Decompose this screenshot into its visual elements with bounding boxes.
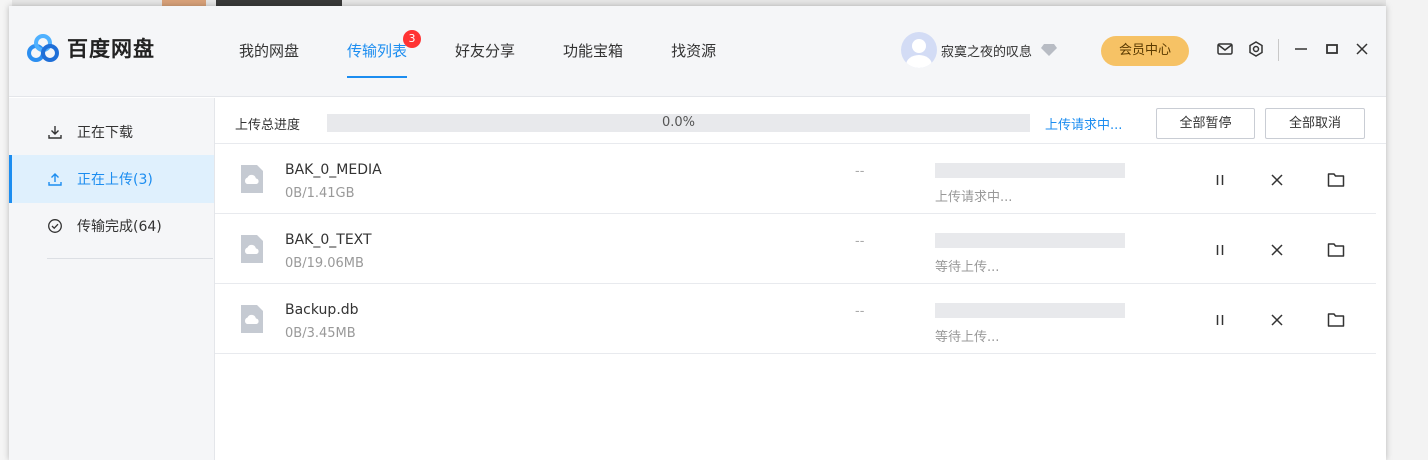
nav-label: 找资源 (671, 42, 717, 60)
minimize-icon[interactable] (1291, 39, 1311, 59)
upload-list-panel: 上传总进度 0.0% 上传请求中... 全部暂停 全部取消 BAK_0_MEDI… (215, 98, 1386, 460)
avatar[interactable] (901, 32, 937, 68)
cancel-icon[interactable] (1265, 168, 1289, 192)
folder-icon[interactable] (1324, 308, 1348, 332)
nav-find-resources[interactable]: 找资源 (671, 40, 716, 76)
check-circle-icon (45, 216, 65, 236)
username: 寂寞之夜的叹息 (941, 44, 1033, 60)
folder-icon[interactable] (1324, 238, 1348, 262)
mail-icon[interactable] (1215, 39, 1235, 59)
total-progress-percent: 0.0% (661, 115, 696, 130)
file-status: 等待上传... (935, 260, 1000, 275)
download-icon (45, 122, 65, 142)
settings-icon[interactable] (1246, 39, 1266, 59)
pause-all-button[interactable]: 全部暂停 (1156, 108, 1255, 139)
nav-transfer-list[interactable]: 传输列表 3 (347, 30, 422, 78)
upload-speed: -- (855, 234, 865, 249)
cloud-file-icon (241, 165, 263, 193)
baidu-netdisk-window: 百度网盘 我的网盘 传输列表 3 好友分享 功能宝箱 找资源 寂寞之夜的叹息 会… (9, 6, 1386, 460)
file-progress-bar (935, 233, 1125, 248)
user-profile[interactable]: 寂寞之夜的叹息 (901, 32, 1058, 68)
sidebar-item-completed[interactable]: 传输完成(64) (9, 202, 214, 250)
upload-icon (45, 169, 65, 189)
table-row[interactable]: Backup.db 0B/3.45MB -- 等待上传... (215, 284, 1376, 354)
sidebar-item-label: 正在上传(3) (77, 172, 153, 188)
nav-label: 功能宝箱 (563, 42, 624, 60)
total-progress-bar: 0.0% (327, 114, 1030, 132)
baidu-netdisk-logo-icon (25, 32, 61, 64)
sidebar-item-downloading[interactable]: 正在下载 (9, 108, 214, 156)
file-size: 0B/3.45MB (285, 326, 356, 341)
table-row[interactable]: BAK_0_TEXT 0B/19.06MB -- 等待上传... (215, 214, 1376, 284)
pause-icon[interactable] (1208, 168, 1232, 192)
pause-icon[interactable] (1208, 308, 1232, 332)
pause-icon[interactable] (1208, 238, 1232, 262)
nav-toolbox[interactable]: 功能宝箱 (563, 40, 623, 76)
notification-badge: 3 (403, 30, 422, 48)
maximize-icon[interactable] (1322, 39, 1342, 59)
table-row[interactable]: BAK_0_MEDIA 0B/1.41GB -- 上传请求中... (215, 144, 1376, 214)
upload-speed: -- (855, 304, 865, 319)
cancel-icon[interactable] (1265, 308, 1289, 332)
app-name: 百度网盘 (67, 37, 155, 61)
sidebar-divider (47, 258, 213, 259)
file-size: 0B/19.06MB (285, 256, 364, 271)
nav-label: 好友分享 (455, 42, 516, 60)
main-nav: 我的网盘 传输列表 3 好友分享 功能宝箱 找资源 (239, 30, 764, 78)
total-progress-label: 上传总进度 (235, 118, 301, 133)
file-name: BAK_0_MEDIA (285, 162, 382, 178)
file-name: Backup.db (285, 302, 359, 318)
nav-label: 我的网盘 (239, 42, 300, 60)
cancel-icon[interactable] (1265, 238, 1289, 262)
total-status-text: 上传请求中... (1045, 118, 1123, 133)
file-size: 0B/1.41GB (285, 186, 355, 201)
vip-center-button[interactable]: 会员中心 (1101, 36, 1189, 66)
nav-my-netdisk[interactable]: 我的网盘 (239, 40, 299, 76)
close-icon[interactable] (1352, 39, 1372, 59)
total-progress-row: 上传总进度 0.0% 上传请求中... 全部暂停 全部取消 (215, 98, 1386, 144)
transfer-sidebar: 正在下载 正在上传(3) 传输完成(64) (9, 98, 215, 460)
cloud-file-icon (241, 235, 263, 263)
cancel-all-button[interactable]: 全部取消 (1265, 108, 1365, 139)
app-logo: 百度网盘 (25, 32, 155, 64)
sidebar-item-label: 传输完成(64) (77, 219, 162, 235)
nav-label: 传输列表 (347, 42, 408, 60)
file-progress-bar (935, 303, 1125, 318)
upload-speed: -- (855, 164, 865, 179)
sidebar-item-uploading[interactable]: 正在上传(3) (9, 155, 214, 203)
cloud-file-icon (241, 305, 263, 333)
diamond-icon (1041, 44, 1058, 56)
nav-friend-share[interactable]: 好友分享 (455, 40, 515, 76)
sidebar-item-label: 正在下载 (77, 125, 133, 141)
title-bar: 百度网盘 我的网盘 传输列表 3 好友分享 功能宝箱 找资源 寂寞之夜的叹息 会… (9, 6, 1386, 97)
file-status: 上传请求中... (935, 190, 1013, 205)
file-status: 等待上传... (935, 330, 1000, 345)
header-divider (1278, 39, 1279, 61)
file-name: BAK_0_TEXT (285, 232, 372, 248)
folder-icon[interactable] (1324, 168, 1348, 192)
desktop-background (1386, 0, 1428, 460)
file-progress-bar (935, 163, 1125, 178)
